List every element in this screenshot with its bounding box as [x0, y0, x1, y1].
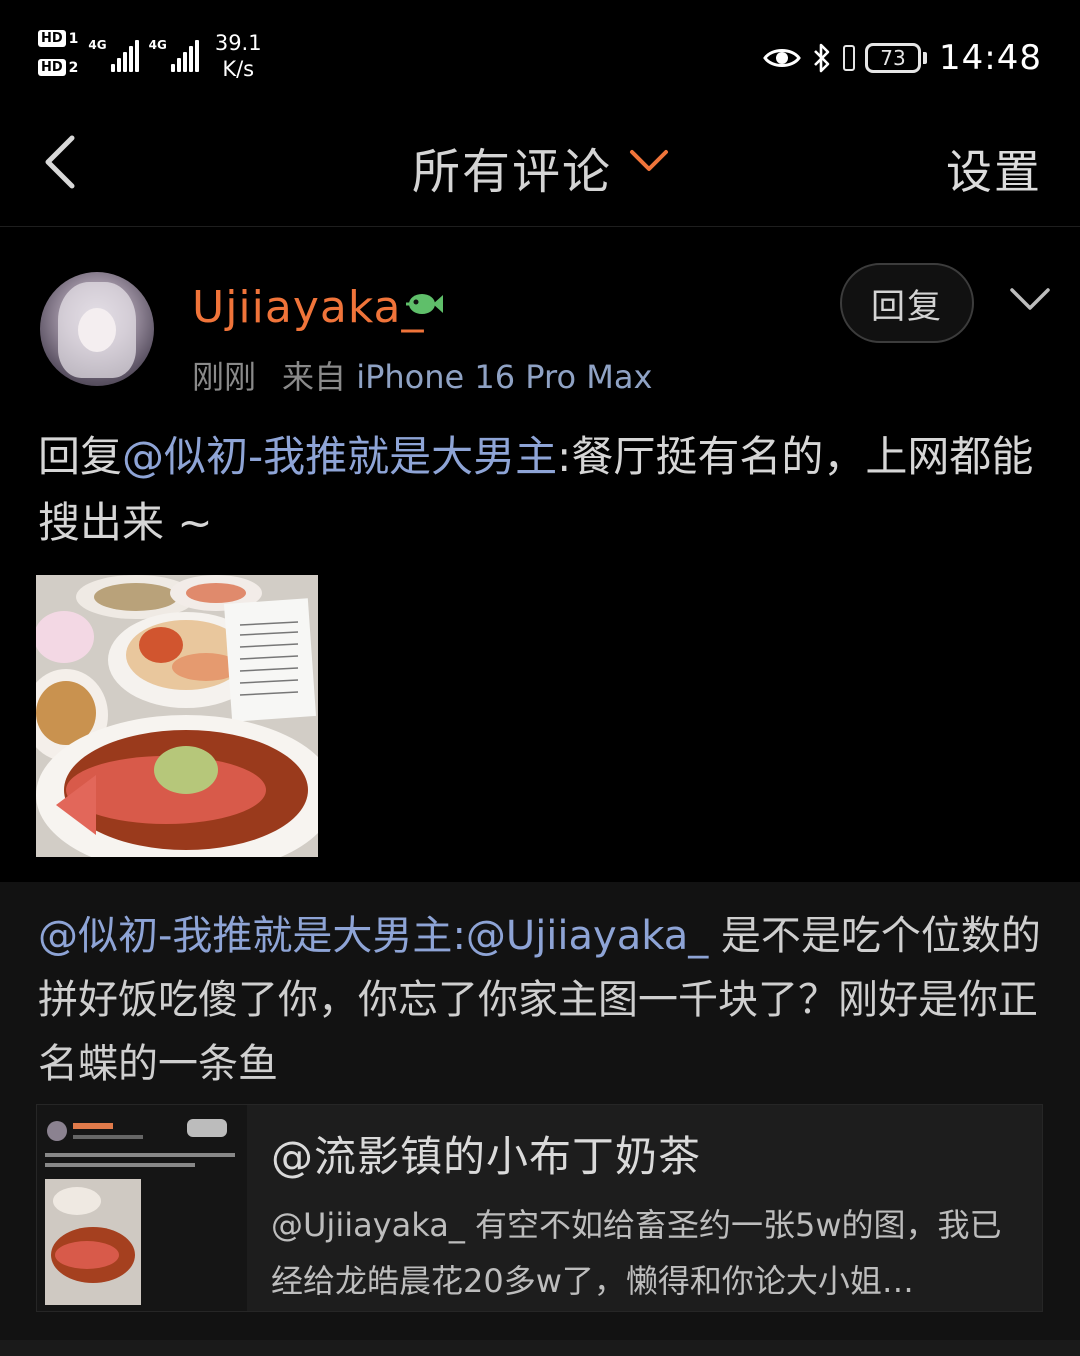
battery-icon: 73	[865, 43, 928, 73]
original-mention-2[interactable]: :@Ujiiayaka_	[452, 913, 708, 959]
sim1-number: 1	[68, 30, 79, 47]
battery-level: 73	[880, 46, 906, 70]
comment-time: 刚刚	[192, 358, 257, 396]
sim-indicators: HD 1 HD 2	[38, 30, 78, 76]
network-type-1: 4G	[88, 38, 107, 52]
reply-prefix: 回复	[38, 432, 123, 481]
sim1-label: HD	[38, 30, 66, 47]
reply-button[interactable]: 回复	[840, 263, 974, 343]
card-thumbnail-illustration	[37, 1105, 247, 1311]
sim2-label: HD	[38, 59, 66, 76]
speed-value: 39.1	[214, 31, 262, 55]
status-right: 73 14:48	[763, 38, 1042, 78]
signal-icon-2: 4G	[149, 38, 199, 72]
bottom-strip	[0, 1340, 1080, 1356]
avatar[interactable]	[40, 272, 154, 386]
original-mention-1[interactable]: @似初-我推就是大男主	[38, 913, 452, 959]
food-photo-illustration	[36, 575, 318, 857]
quoted-card[interactable]: @流影镇的小布丁奶茶 @Ujiiayaka_ 有空不如给畜圣约一张5w的图，我已…	[36, 1104, 1043, 1312]
mention-link[interactable]: @似初-我推就是大男主	[122, 432, 557, 481]
card-body: @Ujiiayaka_ 有空不如给畜圣约一张5w的图，我已经给龙皓晨花20多w了…	[271, 1206, 1002, 1300]
page-title[interactable]: 所有评论	[412, 132, 612, 202]
card-title[interactable]: @流影镇的小布丁奶茶	[271, 1123, 701, 1184]
eye-icon	[763, 49, 801, 67]
sim2-indicator: HD 2	[38, 59, 78, 76]
more-options-chevron-icon[interactable]	[1008, 286, 1052, 312]
from-label: 来自	[282, 358, 347, 396]
sim2-number: 2	[68, 59, 79, 76]
username[interactable]: Ujiiayaka_	[192, 282, 425, 333]
device-name[interactable]: iPhone 16 Pro Max	[356, 358, 652, 396]
signal-icon-1: 4G	[88, 38, 139, 72]
card-thumbnail	[37, 1105, 247, 1311]
back-arrow-icon[interactable]	[40, 132, 80, 192]
chevron-down-icon[interactable]	[628, 148, 670, 174]
original-post-text: @似初-我推就是大男主:@Ujiiayaka_ 是不是吃个位数的拼好饭吃傻了你，…	[38, 904, 1048, 1096]
fish-badge-icon	[406, 294, 443, 314]
status-bar: HD 1 HD 2 4G 4G 39.1 K/s 73 14:48	[0, 0, 1080, 110]
nav-bar: 所有评论 设置	[0, 110, 1080, 227]
status-left: HD 1 HD 2 4G 4G 39.1 K/s	[38, 30, 262, 82]
food-photo[interactable]	[36, 575, 318, 857]
network-speed: 39.1 K/s	[215, 30, 262, 82]
network-type-2: 4G	[148, 38, 167, 52]
comment-text: 回复@似初-我推就是大男主:餐厅挺有名的，上网都能搜出来 ~	[38, 424, 1038, 556]
clock: 14:48	[939, 38, 1042, 78]
comment-meta: 刚刚 来自 iPhone 16 Pro Max	[192, 352, 652, 398]
sim1-indicator: HD 1	[38, 30, 78, 47]
battery-saver-icon	[843, 45, 856, 71]
speed-unit: K/s	[222, 57, 255, 81]
bluetooth-icon	[814, 43, 830, 73]
settings-button[interactable]: 设置	[946, 136, 1042, 202]
